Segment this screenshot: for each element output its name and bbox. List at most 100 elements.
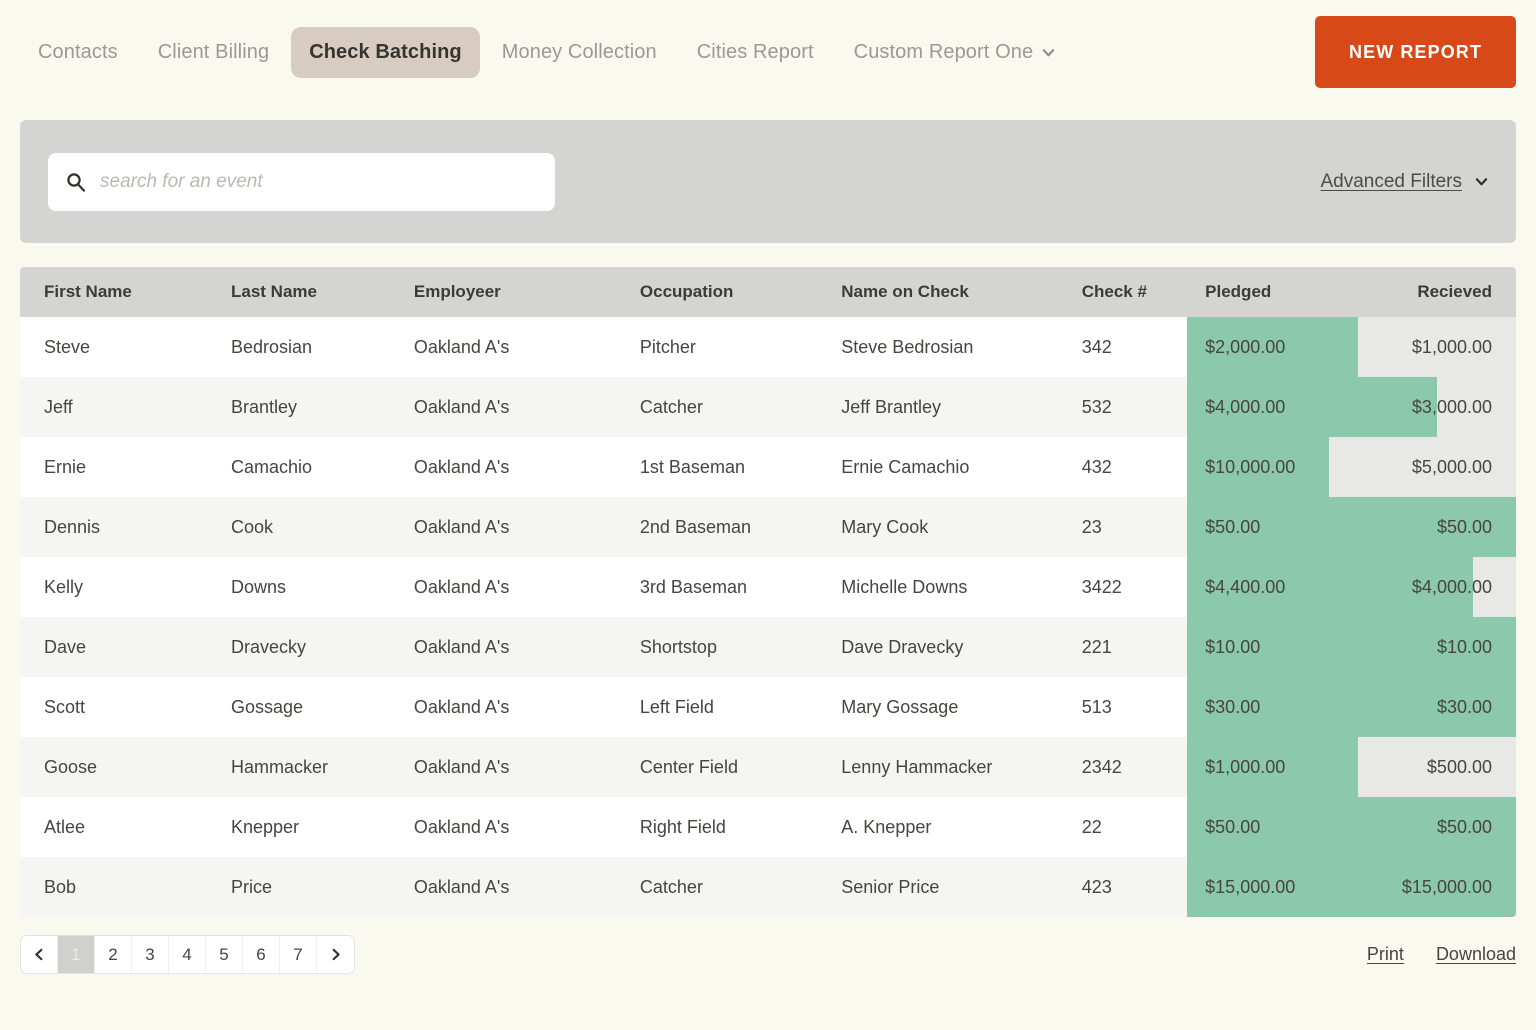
column-header-first-name[interactable]: First Name — [20, 267, 207, 317]
cell-recieved: $500.00 — [1426, 756, 1492, 777]
cell-name-on-check: Steve Bedrosian — [817, 317, 1058, 377]
progress-bar-labels: $10.00 $10.00 — [1187, 617, 1516, 677]
progress-bar-labels: $10,000.00 $5,000.00 — [1187, 437, 1516, 497]
cell-occupation: Right Field — [615, 797, 818, 857]
cell-recieved: $3,000.00 — [1411, 396, 1492, 417]
column-header-name-on-check[interactable]: Name on Check — [817, 267, 1058, 317]
cell-pledged-recieved-bar: $10.00 $10.00 — [1187, 617, 1516, 677]
cell-first-name: Dennis — [20, 497, 207, 557]
cell-name-on-check: Michelle Downs — [817, 557, 1058, 617]
pagination-next-button[interactable] — [317, 936, 354, 973]
cell-last-name: Knepper — [207, 797, 390, 857]
cell-check-number: 423 — [1057, 857, 1188, 917]
cell-recieved: $50.00 — [1436, 516, 1492, 537]
table-row[interactable]: Dennis Cook Oakland A's 2nd Baseman Mary Coo… — [20, 497, 1516, 557]
cell-occupation: Center Field — [615, 737, 818, 797]
column-header-recieved[interactable]: Recieved — [1351, 267, 1516, 317]
cell-first-name: Goose — [20, 737, 207, 797]
cell-pledged: $1,000.00 — [1205, 756, 1286, 777]
pagination-page-3[interactable]: 3 — [132, 936, 169, 973]
advanced-filters-toggle[interactable]: Advanced Filters — [1320, 171, 1488, 193]
cell-last-name: Dravecky — [207, 617, 390, 677]
column-header-check-[interactable]: Check # — [1057, 267, 1188, 317]
cell-name-on-check: Ernie Camachio — [817, 437, 1058, 497]
cell-name-on-check: Lenny Hammacker — [817, 737, 1058, 797]
pagination-prev-button[interactable] — [21, 936, 58, 973]
progress-bar-labels: $4,400.00 $4,000.00 — [1187, 557, 1516, 617]
cell-pledged-recieved-bar: $30.00 $30.00 — [1187, 677, 1516, 737]
cell-last-name: Bedrosian — [207, 317, 390, 377]
cell-pledged-recieved-bar: $50.00 $50.00 — [1187, 797, 1516, 857]
cell-pledged: $2,000.00 — [1205, 336, 1286, 357]
cell-occupation: Catcher — [615, 857, 818, 917]
cell-recieved: $50.00 — [1436, 816, 1492, 837]
cell-recieved: $15,000.00 — [1401, 876, 1492, 897]
cell-name-on-check: A. Knepper — [817, 797, 1058, 857]
cell-check-number: 432 — [1057, 437, 1188, 497]
print-link[interactable]: Print — [1367, 944, 1404, 965]
cell-name-on-check: Mary Gossage — [817, 677, 1058, 737]
pagination-page-4[interactable]: 4 — [169, 936, 206, 973]
page-header: Contacts Client Billing Check Batching Mone… — [0, 0, 1536, 104]
table-head: First Name Last Name Employeer Occupation Na… — [20, 267, 1516, 317]
cell-check-number: 2342 — [1057, 737, 1188, 797]
column-header-employeer[interactable]: Employeer — [389, 267, 616, 317]
table-row[interactable]: Dave Dravecky Oakland A's Shortstop Dave Dra… — [20, 617, 1516, 677]
column-header-occupation[interactable]: Occupation — [615, 267, 818, 317]
table-row[interactable]: Kelly Downs Oakland A's 3rd Baseman Michelle… — [20, 557, 1516, 617]
cell-pledged-recieved-bar: $15,000.00 $15,000.00 — [1187, 857, 1516, 917]
cell-occupation: 1st Baseman — [615, 437, 818, 497]
filter-bar: Advanced Filters — [20, 120, 1516, 243]
chevron-down-icon — [1043, 48, 1055, 56]
tab-cities-report[interactable]: Cities Report — [679, 27, 832, 78]
cell-employer: Oakland A's — [389, 557, 616, 617]
cell-recieved: $1,000.00 — [1411, 336, 1492, 357]
pagination-page-2[interactable]: 2 — [95, 936, 132, 973]
cell-recieved: $30.00 — [1436, 696, 1492, 717]
progress-bar-labels: $4,000.00 $3,000.00 — [1187, 377, 1516, 437]
pagination-page-5[interactable]: 5 — [206, 936, 243, 973]
cell-pledged-recieved-bar: $1,000.00 $500.00 — [1187, 737, 1516, 797]
cell-last-name: Downs — [207, 557, 390, 617]
tab-check-batching[interactable]: Check Batching — [291, 26, 480, 78]
cell-last-name: Cook — [207, 497, 390, 557]
cell-last-name: Price — [207, 857, 390, 917]
cell-occupation: Left Field — [615, 677, 818, 737]
column-header-pledged[interactable]: Pledged — [1187, 267, 1352, 317]
tab-label: Contacts — [38, 40, 118, 63]
cell-pledged: $4,400.00 — [1205, 576, 1286, 597]
search-input[interactable] — [48, 152, 555, 211]
check-batching-table: First Name Last Name Employeer Occupation Na… — [20, 267, 1516, 917]
cell-pledged: $30.00 — [1205, 696, 1261, 717]
cell-first-name: Kelly — [20, 557, 207, 617]
cell-occupation: Pitcher — [615, 317, 818, 377]
cell-pledged: $10,000.00 — [1205, 456, 1296, 477]
table-row[interactable]: Ernie Camachio Oakland A's 1st Baseman Ernie… — [20, 437, 1516, 497]
cell-check-number: 23 — [1057, 497, 1188, 557]
cell-last-name: Brantley — [207, 377, 390, 437]
cell-pledged: $50.00 — [1205, 516, 1261, 537]
pagination-page-1[interactable]: 1 — [58, 936, 95, 973]
cell-check-number: 532 — [1057, 377, 1188, 437]
cell-first-name: Jeff — [20, 377, 207, 437]
pagination-page-7[interactable]: 7 — [280, 936, 317, 973]
table-row[interactable]: Steve Bedrosian Oakland A's Pitcher Steve Be… — [20, 317, 1516, 377]
table-row[interactable]: Scott Gossage Oakland A's Left Field Mary Go… — [20, 677, 1516, 737]
table-row[interactable]: Goose Hammacker Oakland A's Center Field Len… — [20, 737, 1516, 797]
tab-money-collection[interactable]: Money Collection — [484, 27, 675, 78]
new-report-button[interactable]: NEW REPORT — [1314, 16, 1516, 88]
table-row[interactable]: Atlee Knepper Oakland A's Right Field A. Kne… — [20, 797, 1516, 857]
tab-client-billing[interactable]: Client Billing — [140, 27, 287, 78]
tab-contacts[interactable]: Contacts — [20, 27, 136, 78]
table-row[interactable]: Bob Price Oakland A's Catcher Senior Price 42… — [20, 857, 1516, 917]
progress-bar-labels: $2,000.00 $1,000.00 — [1187, 317, 1516, 377]
pagination-page-6[interactable]: 6 — [243, 936, 280, 973]
table-row[interactable]: Jeff Brantley Oakland A's Catcher Jeff Brant… — [20, 377, 1516, 437]
download-link[interactable]: Download — [1436, 944, 1516, 965]
cell-recieved: $10.00 — [1436, 636, 1492, 657]
chevron-right-icon — [332, 948, 340, 961]
tab-custom-report-one[interactable]: Custom Report One — [836, 27, 1074, 78]
column-header-last-name[interactable]: Last Name — [207, 267, 390, 317]
cell-occupation: 2nd Baseman — [615, 497, 818, 557]
cell-employer: Oakland A's — [389, 737, 616, 797]
